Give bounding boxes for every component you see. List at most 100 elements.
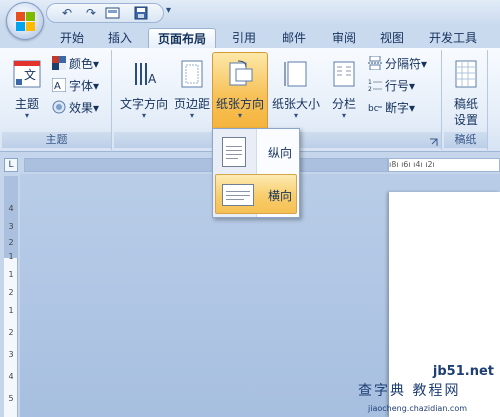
chevron-down-icon: ▾ bbox=[409, 79, 416, 93]
chevron-down-icon: ▾ bbox=[93, 79, 100, 93]
theme-colors-button[interactable]: 颜色▾ bbox=[52, 54, 99, 74]
draft-paper-icon bbox=[452, 59, 480, 89]
draft-paper-setup-button[interactable]: 稿纸 设置 bbox=[446, 52, 486, 130]
breaks-icon bbox=[368, 55, 382, 71]
line-numbers-button[interactable]: 1 2 行号▾ bbox=[368, 76, 415, 96]
tab-page-layout[interactable]: 页面布局 bbox=[148, 28, 216, 48]
tab-home[interactable]: 开始 bbox=[50, 28, 94, 48]
chevron-down-icon: ▾ bbox=[93, 101, 100, 115]
redo-icon[interactable]: ↷ bbox=[83, 5, 99, 21]
svg-text:2: 2 bbox=[368, 86, 372, 92]
ribbon-tab-strip: 开始 插入 页面布局 引用 邮件 审阅 视图 开发工具 bbox=[0, 26, 500, 48]
horizontal-ruler[interactable]: ı8ı ı6ı ı4ı ı2ı bbox=[388, 158, 500, 172]
themes-icon-text: 文 bbox=[24, 67, 36, 82]
size-label: 纸张大小 bbox=[271, 97, 320, 111]
draft-paper-label-line1: 稿纸 bbox=[453, 97, 478, 111]
orientation-menu: 纵向 横向 bbox=[212, 128, 300, 218]
vruler-mark: 1 bbox=[8, 252, 14, 261]
vertical-ruler[interactable]: 4 3 2 1 1 2 1 2 3 4 5 bbox=[4, 176, 18, 417]
line-numbers-label: 行号 bbox=[385, 79, 410, 93]
tab-insert[interactable]: 插入 bbox=[98, 28, 142, 48]
margins-label: 页边距 bbox=[173, 97, 210, 111]
chevron-down-icon: ▾ bbox=[421, 57, 428, 71]
vruler-mark: 1 bbox=[8, 270, 14, 279]
text-direction-icon: A bbox=[130, 59, 158, 89]
orientation-button[interactable]: 纸张方向 ▾ bbox=[212, 52, 268, 130]
colors-label: 颜色 bbox=[69, 57, 94, 71]
office-button[interactable] bbox=[6, 2, 44, 40]
effects-icon bbox=[52, 100, 66, 114]
themes-icon: 文 bbox=[13, 59, 41, 89]
title-bar: ↶ ↷ ▾ bbox=[0, 0, 500, 26]
breaks-label: 分隔符 bbox=[385, 57, 422, 71]
page-setup-dialog-launcher-icon[interactable] bbox=[429, 138, 439, 148]
margins-icon bbox=[178, 59, 206, 89]
hyphenation-icon: bc bbox=[368, 100, 382, 114]
chevron-down-icon: ▾ bbox=[293, 111, 298, 120]
landscape-page-icon bbox=[222, 184, 254, 206]
orientation-icon bbox=[226, 59, 254, 89]
theme-effects-button[interactable]: 效果▾ bbox=[52, 98, 99, 118]
hyphenation-button[interactable]: bc 断字▾ bbox=[368, 98, 415, 118]
themes-group: 文 主题 ▾ 颜色▾ A 字体▾ 效果▾ 主题 bbox=[2, 50, 112, 150]
size-button[interactable]: 纸张大小 ▾ bbox=[268, 52, 324, 130]
fonts-label: 字体 bbox=[69, 79, 94, 93]
draft-paper-group: 稿纸 设置 稿纸 bbox=[444, 50, 488, 150]
watermark-url: jiaocheng.chazidian.com bbox=[368, 404, 468, 413]
vruler-mark: 3 bbox=[8, 350, 14, 359]
draft-paper-label-line2: 设置 bbox=[453, 113, 478, 127]
tab-review[interactable]: 审阅 bbox=[322, 28, 366, 48]
svg-text:bc: bc bbox=[368, 104, 379, 114]
hyphenation-label: 断字 bbox=[385, 101, 410, 115]
text-direction-label: 文字方向 bbox=[119, 97, 168, 111]
vruler-mark: 4 bbox=[8, 372, 14, 381]
line-numbers-icon: 12 bbox=[368, 78, 382, 93]
columns-label: 分栏 bbox=[331, 97, 356, 111]
svg-text:A: A bbox=[148, 72, 157, 86]
vruler-mark: 2 bbox=[8, 328, 14, 337]
orientation-label: 纸张方向 bbox=[215, 97, 264, 111]
save-icon[interactable] bbox=[133, 5, 149, 21]
colors-icon bbox=[52, 56, 66, 70]
print-preview-icon[interactable] bbox=[105, 5, 121, 21]
themes-button[interactable]: 文 主题 ▾ bbox=[4, 52, 50, 130]
vruler-mark: 3 bbox=[8, 222, 14, 231]
quick-access-toolbar: ↶ ↷ bbox=[46, 3, 164, 23]
vruler-mark: 2 bbox=[8, 238, 14, 247]
tab-references[interactable]: 引用 bbox=[222, 28, 266, 48]
tab-view[interactable]: 视图 bbox=[370, 28, 414, 48]
effects-label: 效果 bbox=[69, 101, 94, 115]
watermark-site: jb51.net bbox=[432, 364, 494, 379]
portrait-option[interactable]: 纵向 bbox=[215, 131, 297, 171]
themes-group-label: 主题 bbox=[2, 132, 111, 148]
landscape-option[interactable]: 横向 bbox=[215, 174, 297, 214]
horizontal-ruler-margin bbox=[24, 158, 388, 172]
chevron-down-icon: ▾ bbox=[189, 111, 194, 120]
chevron-down-icon: ▾ bbox=[141, 111, 146, 120]
chevron-down-icon: ▾ bbox=[93, 57, 100, 71]
columns-button[interactable]: 分栏 ▾ bbox=[324, 52, 364, 130]
paper-size-icon bbox=[282, 59, 310, 89]
svg-text:1: 1 bbox=[368, 79, 372, 86]
margins-button[interactable]: 页边距 ▾ bbox=[172, 52, 212, 130]
undo-icon[interactable]: ↶ bbox=[59, 5, 75, 21]
vruler-mark: 2 bbox=[8, 288, 14, 297]
columns-icon bbox=[330, 59, 358, 89]
chevron-down-icon: ▾ bbox=[409, 101, 416, 115]
watermark-cn: 查字典 教程网 bbox=[358, 383, 461, 399]
tab-developer[interactable]: 开发工具 bbox=[420, 28, 486, 48]
vruler-mark: 4 bbox=[8, 204, 14, 213]
themes-label: 主题 bbox=[14, 97, 39, 111]
portrait-page-icon bbox=[222, 137, 246, 167]
breaks-button[interactable]: 分隔符▾ bbox=[368, 54, 427, 74]
text-direction-button[interactable]: A 文字方向 ▾ bbox=[116, 52, 172, 130]
chevron-down-icon: ▾ bbox=[341, 111, 346, 120]
theme-fonts-button[interactable]: A 字体▾ bbox=[51, 76, 100, 96]
customize-qat-icon[interactable]: ▾ bbox=[166, 5, 171, 16]
vruler-mark: 5 bbox=[8, 394, 14, 403]
chevron-down-icon: ▾ bbox=[24, 111, 29, 120]
vruler-mark: 1 bbox=[8, 306, 14, 315]
portrait-label: 纵向 bbox=[268, 146, 293, 160]
tab-mailings[interactable]: 邮件 bbox=[272, 28, 316, 48]
tab-selector[interactable]: L bbox=[4, 158, 18, 172]
